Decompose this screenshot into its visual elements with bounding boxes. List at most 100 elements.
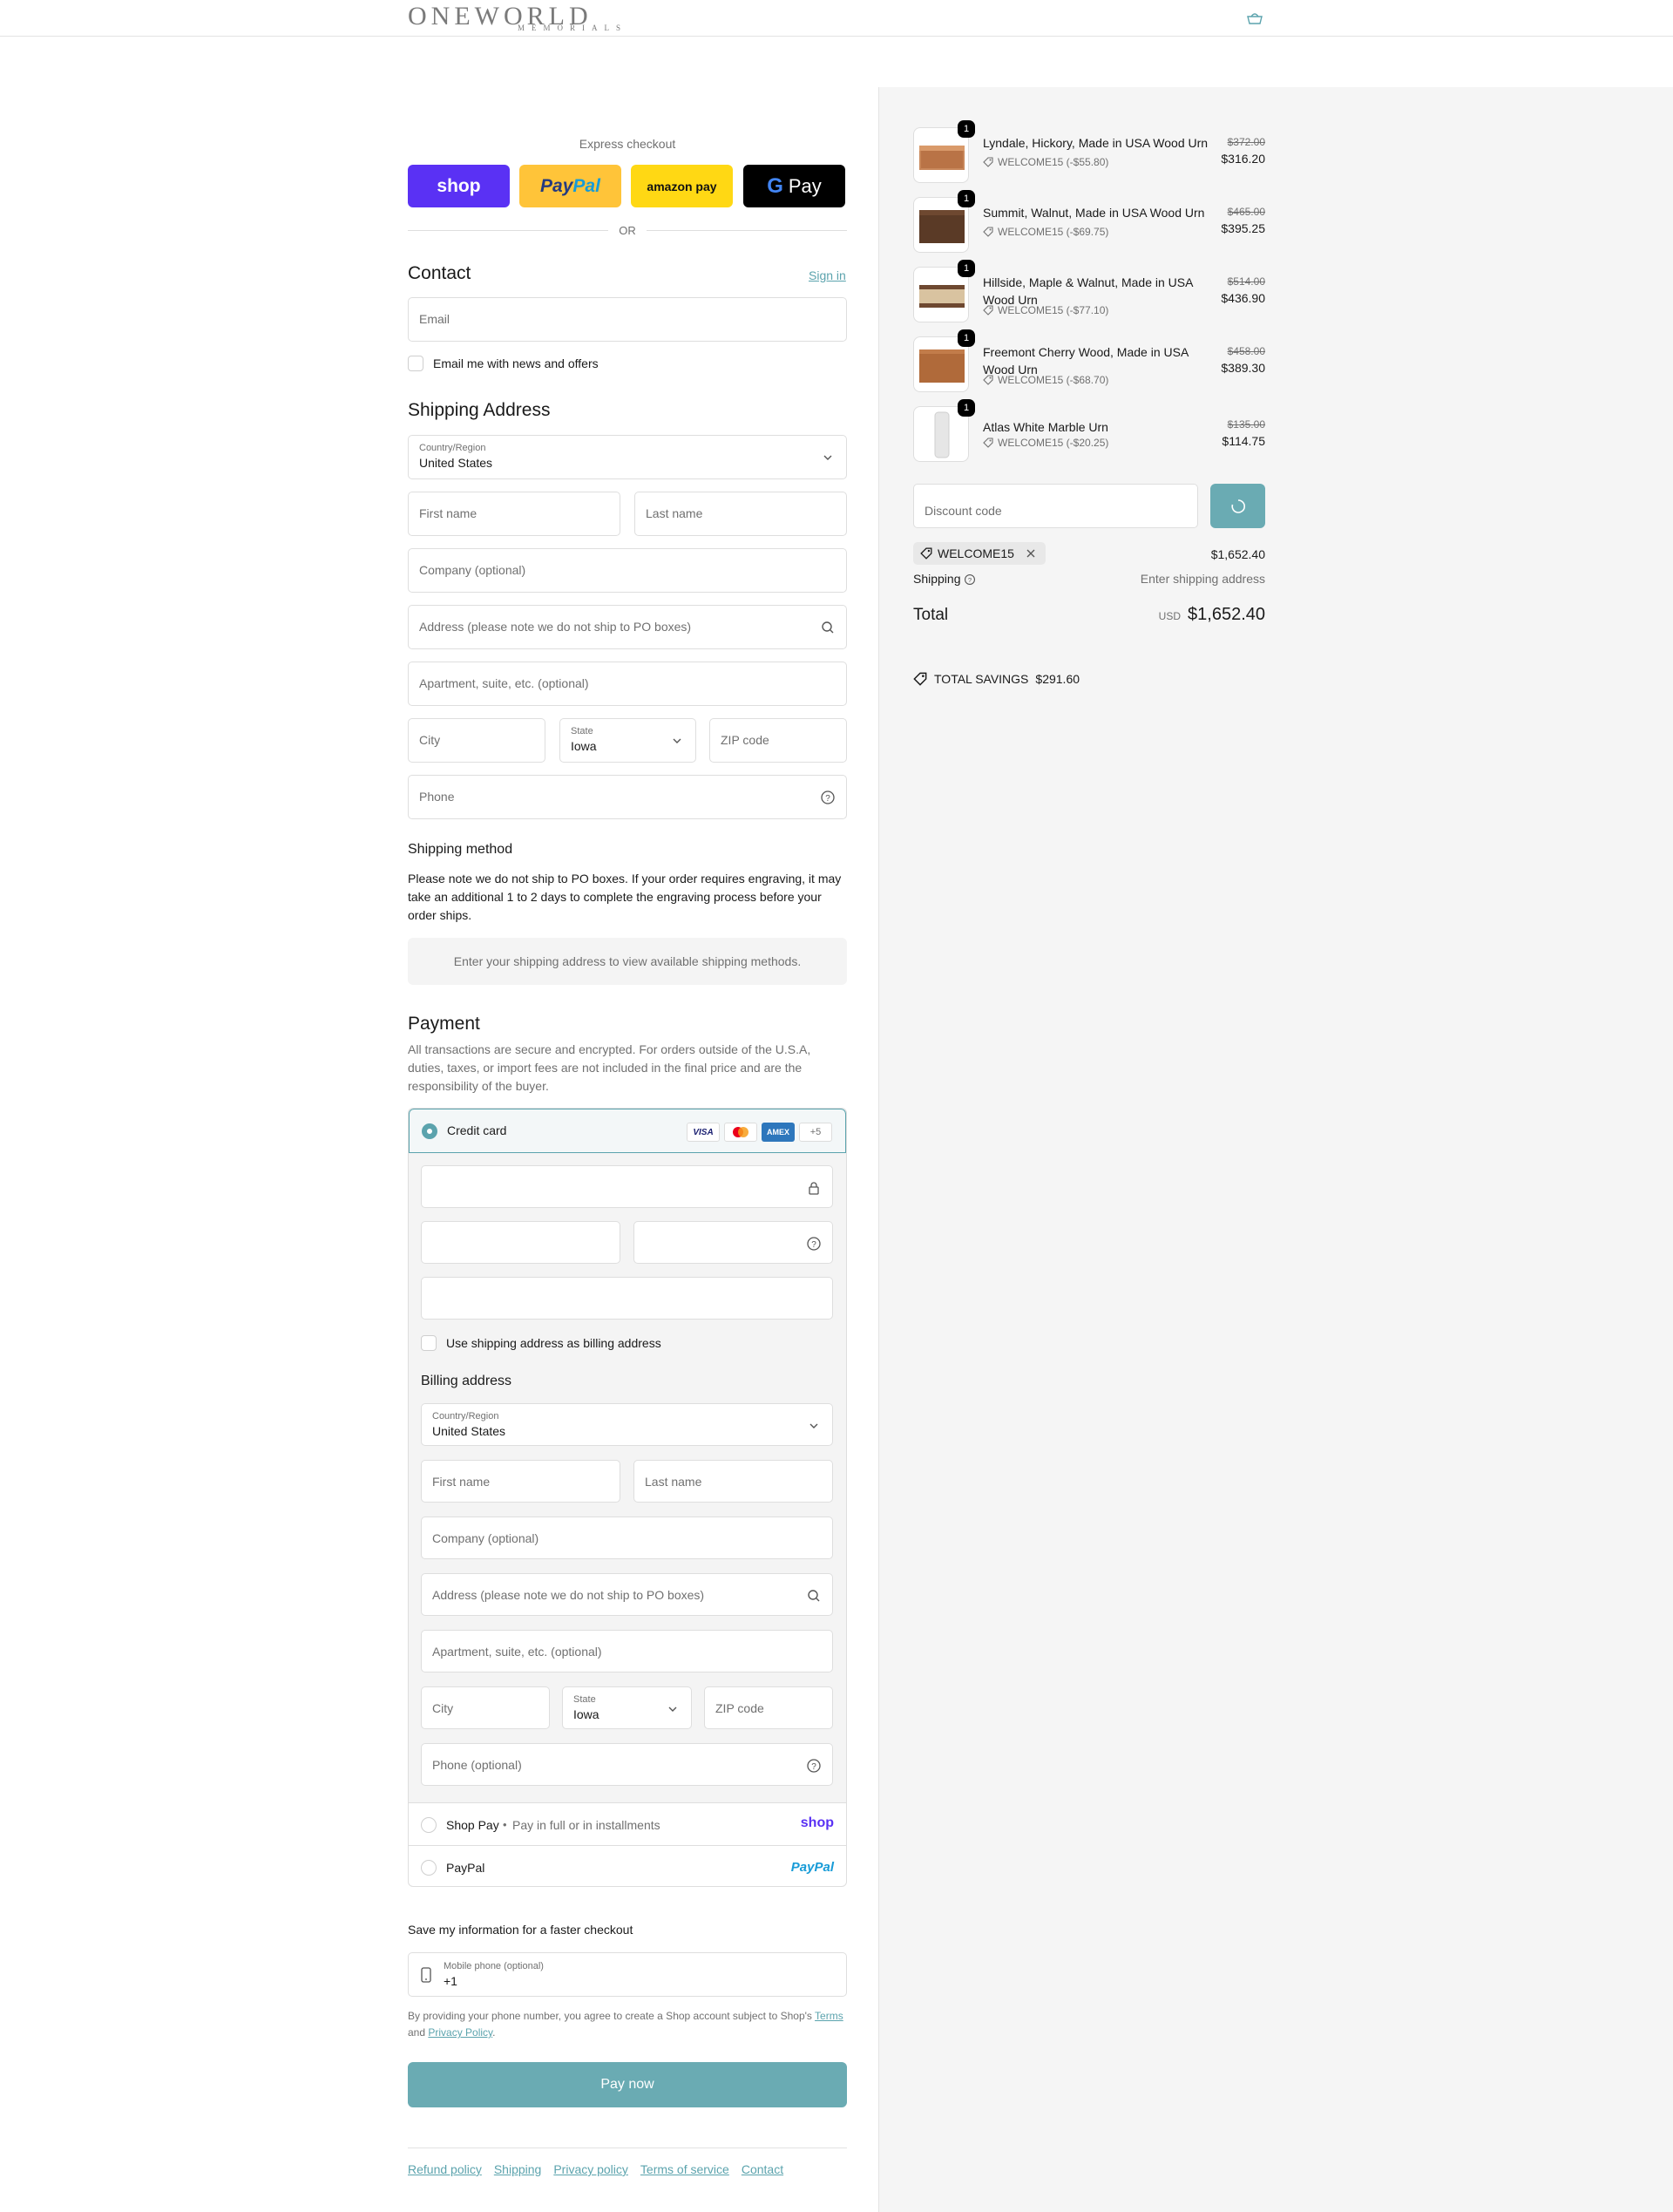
tag-icon [983, 438, 993, 448]
discount-text: WELCOME15 (-$55.80) [998, 156, 1109, 168]
credit-card-radio[interactable] [422, 1123, 437, 1139]
shipping-phone-field[interactable]: Phone ? [408, 775, 847, 819]
terms-of-service-link[interactable]: Terms of service [640, 2162, 729, 2176]
shop-legal-text: By providing your phone number, you agre… [408, 2008, 847, 2041]
oneworld-memorials-logo[interactable]: ONEWORLD MEMORIALS [408, 3, 669, 33]
mobile-phone-field[interactable]: Mobile phone (optional) +1 [408, 1952, 847, 1997]
shop-pay-label: Shop Pay [446, 1818, 499, 1832]
name-on-card-field[interactable] [421, 1277, 833, 1320]
company-placeholder: Company (optional) [419, 563, 526, 577]
credit-card-label: Credit card [447, 1123, 507, 1137]
billing-country-value: United States [432, 1424, 506, 1438]
billing-state-value: Iowa [573, 1707, 599, 1721]
help-circle-icon[interactable]: ? [806, 1236, 822, 1252]
original-price: $458.00 [1227, 345, 1265, 357]
shop-pay-option[interactable]: Shop Pay • Pay in full or in installment… [409, 1804, 846, 1846]
billing-city-placeholder: City [432, 1701, 454, 1715]
shipping-apartment-field[interactable]: Apartment, suite, etc. (optional) [408, 662, 847, 706]
shop-legal-period: . [492, 2026, 496, 2039]
shipping-policy-link[interactable]: Shipping [494, 2162, 542, 2176]
amazon-pay-logo: amazon pay [647, 179, 717, 193]
help-circle-icon[interactable]: ? [806, 1758, 822, 1774]
billing-address-field[interactable]: Address (please note we do not ship to P… [421, 1573, 833, 1616]
billing-address-placeholder: Address (please note we do not ship to P… [432, 1588, 705, 1602]
mobile-phone-icon [421, 1967, 431, 1983]
shop-terms-link[interactable]: Terms [815, 2010, 843, 2022]
shop-privacy-link[interactable]: Privacy Policy [428, 2026, 492, 2039]
amazon-pay-express-button[interactable]: amazon pay [631, 165, 733, 207]
original-price: $372.00 [1227, 136, 1265, 148]
sign-in-link[interactable]: Sign in [809, 268, 846, 282]
paypal-option[interactable]: PayPal PayPal [409, 1847, 846, 1886]
shop-pay-radio[interactable] [421, 1817, 437, 1833]
billing-first-name-placeholder: First name [432, 1475, 491, 1489]
billing-company-field[interactable]: Company (optional) [421, 1517, 833, 1559]
apply-discount-button[interactable] [1210, 484, 1265, 528]
svg-text:?: ? [811, 1762, 816, 1772]
close-icon[interactable] [1025, 547, 1037, 560]
more-cards-badge: +5 [799, 1123, 832, 1142]
apartment-placeholder: Apartment, suite, etc. (optional) [419, 676, 589, 690]
shop-pay-express-button[interactable]: shop [408, 165, 510, 207]
payment-description: All transactions are secure and encrypte… [408, 1042, 811, 1093]
contact-link[interactable]: Contact [742, 2162, 783, 2176]
shipping-company-field[interactable]: Company (optional) [408, 548, 847, 593]
help-circle-icon[interactable]: ? [964, 573, 976, 586]
billing-last-name-field[interactable]: Last name [633, 1460, 833, 1503]
zip-placeholder: ZIP code [721, 733, 769, 747]
express-checkout-label: Express checkout [579, 137, 676, 151]
email-field[interactable]: Email [408, 297, 847, 342]
shipping-address-field[interactable]: Address (please note we do not ship to P… [408, 605, 847, 649]
state-value: Iowa [571, 739, 597, 753]
paypal-logo: PayPal [540, 175, 600, 196]
security-code-field[interactable]: ? [633, 1221, 833, 1264]
email-news-label: Email me with news and offers [433, 356, 599, 370]
shipping-zip-field[interactable]: ZIP code [709, 718, 847, 763]
discount-code-field[interactable]: Discount code [913, 484, 1198, 528]
billing-state-select[interactable]: State Iowa [562, 1686, 692, 1729]
shipping-last-name-field[interactable]: Last name [634, 492, 847, 536]
tag-icon [983, 375, 993, 385]
tag-icon [983, 157, 993, 167]
line-item: 1 Hillside, Maple & Walnut, Made in USA … [913, 260, 1265, 324]
card-number-field[interactable] [421, 1165, 833, 1208]
or-divider: OR [408, 222, 847, 240]
refund-policy-link[interactable]: Refund policy [408, 2162, 482, 2176]
google-pay-express-button[interactable]: G Pay [743, 165, 845, 207]
privacy-policy-link[interactable]: Privacy policy [553, 2162, 628, 2176]
quantity-badge: 1 [958, 190, 975, 207]
billing-apartment-field[interactable]: Apartment, suite, etc. (optional) [421, 1630, 833, 1673]
cart-icon[interactable] [1246, 11, 1263, 25]
product-discount: WELCOME15 (-$20.25) [983, 437, 1108, 449]
shipping-country-select[interactable]: Country/Region United States [408, 435, 847, 479]
billing-country-label: Country/Region [432, 1411, 499, 1422]
city-placeholder: City [419, 733, 441, 747]
billing-zip-placeholder: ZIP code [715, 1701, 764, 1715]
email-news-checkbox[interactable] [408, 356, 423, 371]
payment-methods-box: Credit card VISA AMEX +5 ? Use shipping … [408, 1108, 847, 1887]
billing-country-select[interactable]: Country/Region United States [421, 1403, 833, 1446]
billing-phone-field[interactable]: Phone (optional) ? [421, 1743, 833, 1786]
paypal-express-button[interactable]: PayPal [519, 165, 621, 207]
expiration-date-field[interactable] [421, 1221, 620, 1264]
billing-city-field[interactable]: City [421, 1686, 550, 1729]
pay-now-button[interactable]: Pay now [408, 2062, 847, 2107]
use-shipping-as-billing-checkbox[interactable] [421, 1335, 437, 1351]
search-icon [822, 621, 834, 634]
discount-text: WELCOME15 (-$69.75) [998, 226, 1109, 238]
or-label: OR [619, 224, 636, 237]
shipping-city-field[interactable]: City [408, 718, 545, 763]
quantity-badge: 1 [958, 260, 975, 277]
shipping-first-name-field[interactable]: First name [408, 492, 620, 536]
billing-zip-field[interactable]: ZIP code [704, 1686, 833, 1729]
paypal-radio[interactable] [421, 1860, 437, 1876]
line-item: 1 Freemont Cherry Wood, Made in USA Wood… [913, 329, 1265, 394]
product-discount: WELCOME15 (-$68.70) [983, 374, 1108, 386]
help-circle-icon[interactable]: ? [820, 790, 836, 805]
applied-code-text: WELCOME15 [938, 546, 1014, 560]
line-item: 1 Summit, Walnut, Made in USA Wood Urn W… [913, 190, 1265, 254]
billing-last-name-placeholder: Last name [645, 1475, 702, 1489]
shipping-state-select[interactable]: State Iowa [559, 718, 696, 763]
billing-first-name-field[interactable]: First name [421, 1460, 620, 1503]
credit-card-option[interactable]: Credit card VISA AMEX +5 [409, 1109, 846, 1153]
